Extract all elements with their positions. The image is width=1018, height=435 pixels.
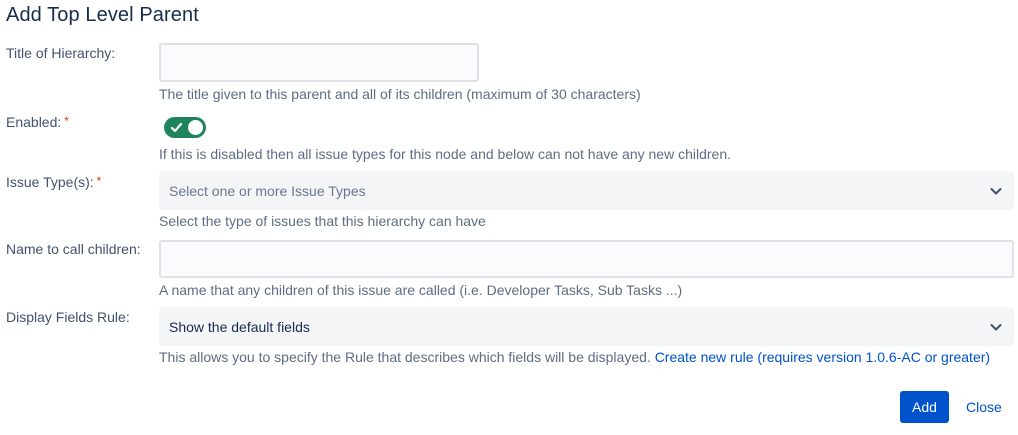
- issue-types-help: Select the type of issues that this hier…: [159, 213, 486, 229]
- checkmark-icon: [170, 122, 183, 133]
- issue-types-label: Issue Type(s): *: [6, 174, 101, 190]
- enabled-help: If this is disabled then all issue types…: [159, 146, 732, 162]
- name-to-call-children-label: Name to call children:: [6, 241, 141, 257]
- title-of-hierarchy-label: Title of Hierarchy:: [6, 45, 116, 61]
- chevron-down-icon: [988, 319, 1004, 335]
- close-button[interactable]: Close: [958, 391, 1010, 423]
- issue-types-select[interactable]: Select one or more Issue Types: [159, 171, 1014, 210]
- enabled-label-text: Enabled:: [6, 114, 62, 130]
- issue-types-placeholder: Select one or more Issue Types: [169, 182, 366, 199]
- required-marker: *: [64, 114, 69, 128]
- name-to-call-children-input[interactable]: [159, 240, 1014, 278]
- add-button[interactable]: Add: [900, 391, 949, 423]
- add-top-level-parent-dialog: Add Top Level Parent Title of Hierarchy:…: [0, 0, 1018, 435]
- issue-types-label-text: Issue Type(s):: [6, 174, 94, 190]
- display-fields-rule-help: This allows you to specify the Rule that…: [159, 349, 990, 365]
- display-fields-rule-value: Show the default fields: [169, 318, 310, 335]
- name-to-call-children-help: A name that any children of this issue a…: [159, 282, 683, 298]
- display-fields-rule-select[interactable]: Show the default fields: [159, 307, 1014, 346]
- title-of-hierarchy-help: The title given to this parent and all o…: [159, 86, 641, 102]
- display-fields-rule-help-text: This allows you to specify the Rule that…: [159, 349, 651, 365]
- chevron-down-icon: [988, 183, 1004, 199]
- toggle-knob: [188, 120, 203, 135]
- display-fields-rule-label: Display Fields Rule:: [6, 309, 130, 325]
- enabled-toggle[interactable]: [164, 117, 206, 138]
- required-marker: *: [96, 174, 102, 188]
- create-new-rule-link[interactable]: Create new rule (requires version 1.0.6-…: [655, 349, 990, 365]
- title-of-hierarchy-input[interactable]: [159, 43, 479, 82]
- dialog-title: Add Top Level Parent: [6, 4, 199, 26]
- enabled-label: Enabled: *: [6, 114, 69, 130]
